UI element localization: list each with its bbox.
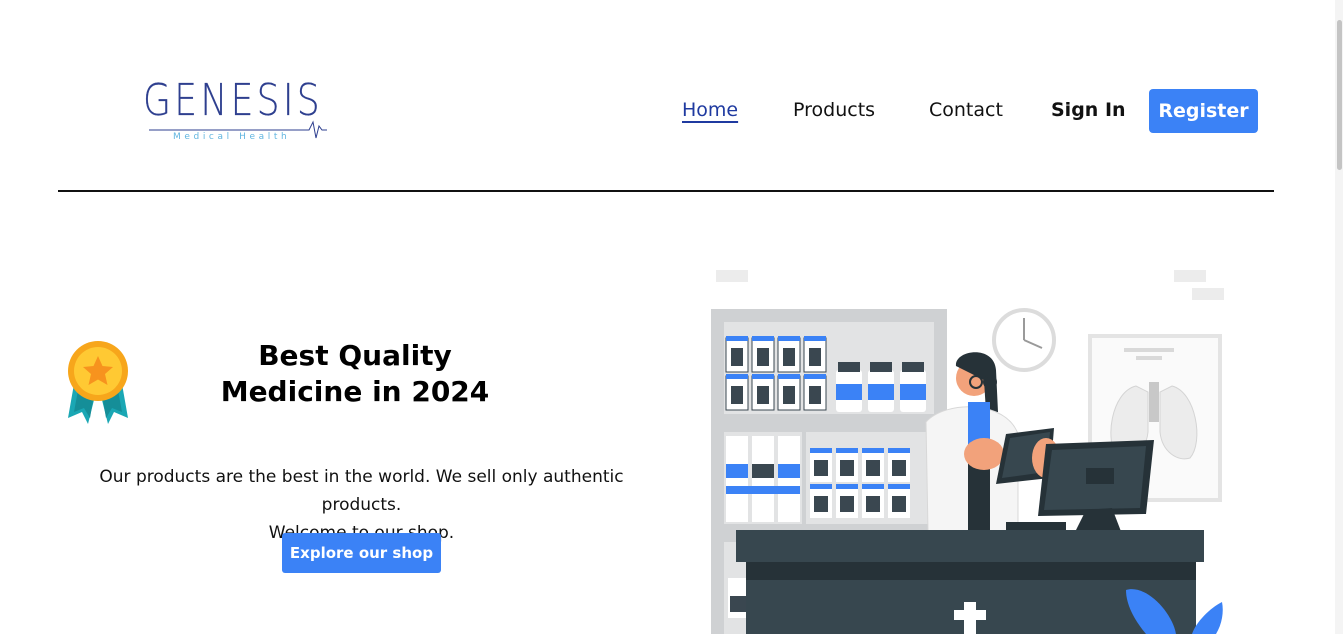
register-button[interactable]: Register — [1149, 89, 1258, 133]
main-nav: Home Products Contact Sign In Register — [0, 89, 1343, 133]
nav-products-link[interactable]: Products — [793, 99, 875, 121]
nav-contact-link[interactable]: Contact — [929, 99, 1003, 121]
page-scrollbar[interactable] — [1335, 0, 1343, 634]
sign-in-link[interactable]: Sign In — [1051, 99, 1126, 121]
hero-description-line-1: Our products are the best in the world. … — [99, 467, 624, 515]
nav-home-link[interactable]: Home — [682, 99, 738, 121]
header-divider — [58, 190, 1274, 192]
scrollbar-thumb[interactable] — [1337, 20, 1342, 170]
brand-tagline: Medical Health — [173, 132, 291, 142]
hero-title-line-1: Best Quality — [258, 339, 452, 372]
hero-title-line-2: Medicine in 2024 — [220, 375, 490, 408]
hero-title: Best Quality Medicine in 2024 — [200, 338, 510, 410]
explore-shop-button[interactable]: Explore our shop — [282, 533, 441, 573]
pharmacist-counter-illustration — [711, 270, 1224, 634]
medal-star-icon — [68, 341, 128, 424]
